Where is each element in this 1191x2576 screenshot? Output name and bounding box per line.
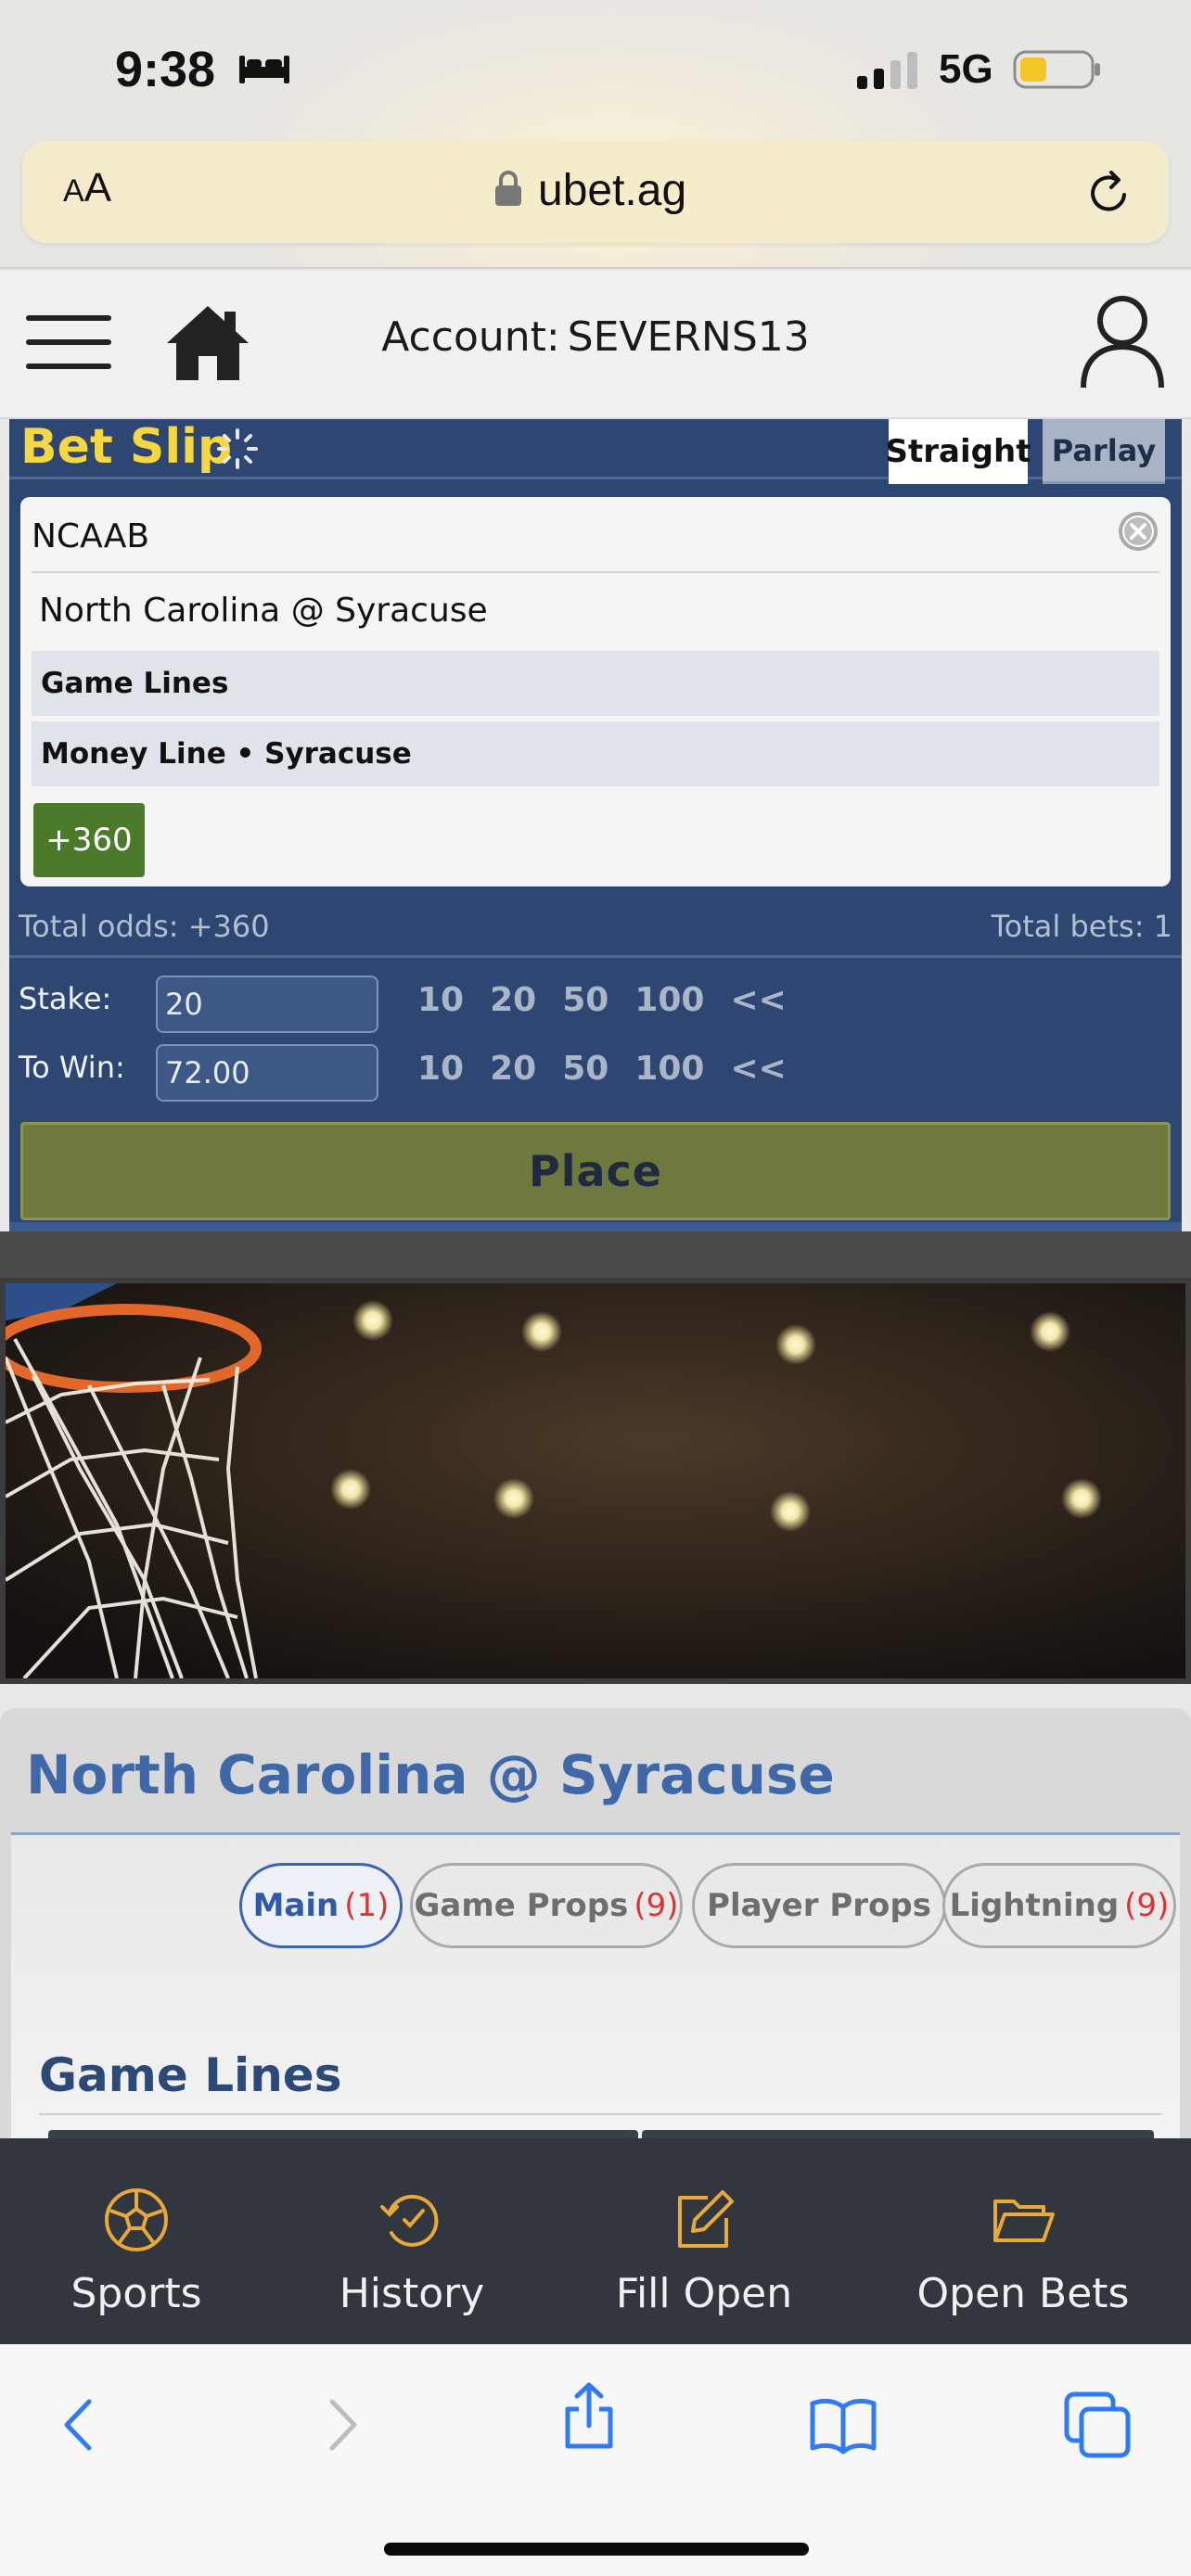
- quick-amount-20[interactable]: 20: [490, 1050, 536, 1096]
- event-body: Main (1) Game Props (9) Player Props Light…: [11, 1835, 1180, 2167]
- battery-icon: [1013, 50, 1100, 89]
- share-icon[interactable]: [555, 2381, 623, 2450]
- stake-label: Stake:: [19, 981, 112, 1016]
- signal-icon: [857, 52, 917, 89]
- bet-selection: Money Line • Syracuse: [32, 721, 1159, 786]
- nav-label: Fill Open: [615, 2270, 793, 2317]
- history-clock-icon: [380, 2194, 439, 2247]
- home-indicator: [384, 2543, 809, 2556]
- address-bar[interactable]: AA ubet.ag: [22, 141, 1169, 243]
- nav-label: History: [339, 2270, 485, 2317]
- bet-slip-title: Bet Slip: [20, 419, 233, 475]
- basketball-hoop-image: [6, 1283, 1185, 1678]
- divider: [9, 955, 1182, 958]
- url-text[interactable]: ubet.ag: [538, 165, 686, 216]
- totals-row: Total odds: +360 Total bets: 1: [19, 909, 1172, 944]
- tab-label: Player Props: [707, 1887, 931, 1924]
- tab-lightning[interactable]: Lightning (9): [942, 1863, 1176, 1948]
- nav-label: Sports: [70, 2270, 202, 2317]
- quick-amount-100[interactable]: 100: [634, 981, 704, 1027]
- clear-to-win-button[interactable]: <<: [730, 1050, 786, 1096]
- tabs-icon[interactable]: [1063, 2391, 1132, 2459]
- to-win-label: To Win:: [19, 1050, 125, 1085]
- event-banner-image: [0, 1278, 1191, 1684]
- tab-count: (9): [634, 1887, 679, 1924]
- account-label: Account:: [381, 313, 560, 361]
- tab-player-props[interactable]: Player Props: [692, 1863, 946, 1948]
- soccer-ball-icon: [105, 2188, 168, 2251]
- browser-top-chrome: 9:38 5G AA ubet.ag: [0, 0, 1191, 269]
- to-win-quick-amounts: 10 20 50 100 <<: [417, 1050, 813, 1096]
- tab-label: Main: [252, 1887, 339, 1924]
- clear-stake-button[interactable]: <<: [730, 981, 786, 1027]
- quick-amount-20[interactable]: 20: [490, 981, 536, 1027]
- quick-amount-50[interactable]: 50: [562, 1050, 608, 1096]
- stake-input[interactable]: [156, 976, 378, 1033]
- total-bets: Total bets: 1: [991, 909, 1172, 944]
- edit-icon: [678, 2190, 734, 2248]
- nav-sports[interactable]: Sports: [41, 2138, 232, 2344]
- bet-slip: Bet Slip Straight Parlay NCAAB North Car…: [9, 419, 1182, 1231]
- nav-history[interactable]: History: [312, 2138, 512, 2344]
- forward-icon[interactable]: [306, 2391, 375, 2459]
- to-win-input[interactable]: [156, 1044, 378, 1102]
- app-bottom-nav: Sports History Fill Open Open Bets: [0, 2138, 1191, 2344]
- lock-icon: [495, 171, 521, 206]
- event-section: North Carolina @ Syracuse Main (1) Game P…: [0, 1708, 1191, 2167]
- bet-card: NCAAB North Carolina @ Syracuse Game Lin…: [20, 497, 1171, 886]
- network-type: 5G: [939, 46, 993, 92]
- tab-game-props[interactable]: Game Props (9): [410, 1863, 683, 1948]
- bookmarks-icon[interactable]: [809, 2391, 877, 2459]
- stake-quick-amounts: 10 20 50 100 <<: [417, 981, 813, 1027]
- place-button[interactable]: Place: [20, 1122, 1171, 1220]
- tab-count: (9): [1124, 1887, 1170, 1924]
- account-display: Account: SEVERNS13: [0, 313, 1191, 361]
- tab-label: Lightning: [949, 1887, 1120, 1924]
- back-icon[interactable]: [46, 2391, 115, 2459]
- separator: [0, 1684, 1191, 1708]
- tab-label: Game Props: [414, 1887, 629, 1924]
- quick-amount-50[interactable]: 50: [562, 981, 608, 1027]
- close-icon[interactable]: [1117, 510, 1159, 553]
- bet-market: Game Lines: [32, 651, 1159, 716]
- section-heading: Game Lines: [39, 2048, 342, 2102]
- total-odds: Total odds: +360: [19, 909, 270, 944]
- account-name: SEVERNS13: [567, 313, 810, 361]
- folder-open-icon: [993, 2200, 1055, 2242]
- nav-label: Open Bets: [916, 2270, 1130, 2317]
- tab-parlay[interactable]: Parlay: [1043, 419, 1165, 484]
- nav-open-bets[interactable]: Open Bets: [900, 2138, 1146, 2344]
- bet-match: North Carolina @ Syracuse: [39, 592, 488, 630]
- nav-fill-open[interactable]: Fill Open: [608, 2138, 800, 2344]
- bed-icon: [239, 56, 289, 83]
- odds-button[interactable]: +360: [33, 803, 145, 877]
- quick-amount-10[interactable]: 10: [417, 1050, 464, 1096]
- quick-amount-100[interactable]: 100: [634, 1050, 704, 1096]
- separator: [0, 1231, 1191, 1278]
- divider: [39, 2113, 1161, 2115]
- tab-count: (1): [344, 1887, 390, 1924]
- tab-main[interactable]: Main (1): [239, 1863, 403, 1948]
- tab-straight[interactable]: Straight: [886, 419, 1031, 484]
- text-size-button[interactable]: AA: [63, 165, 111, 211]
- quick-amount-10[interactable]: 10: [417, 981, 464, 1027]
- reload-icon[interactable]: [1083, 167, 1135, 219]
- bet-league: NCAAB: [32, 517, 150, 555]
- event-title: North Carolina @ Syracuse: [26, 1743, 835, 1806]
- status-time: 9:38: [115, 42, 216, 97]
- app-header: Account: SEVERNS13: [0, 271, 1191, 419]
- user-icon[interactable]: [1078, 291, 1167, 391]
- divider: [32, 571, 1159, 573]
- spinner-icon: [217, 428, 258, 469]
- browser-toolbar: [0, 2344, 1191, 2576]
